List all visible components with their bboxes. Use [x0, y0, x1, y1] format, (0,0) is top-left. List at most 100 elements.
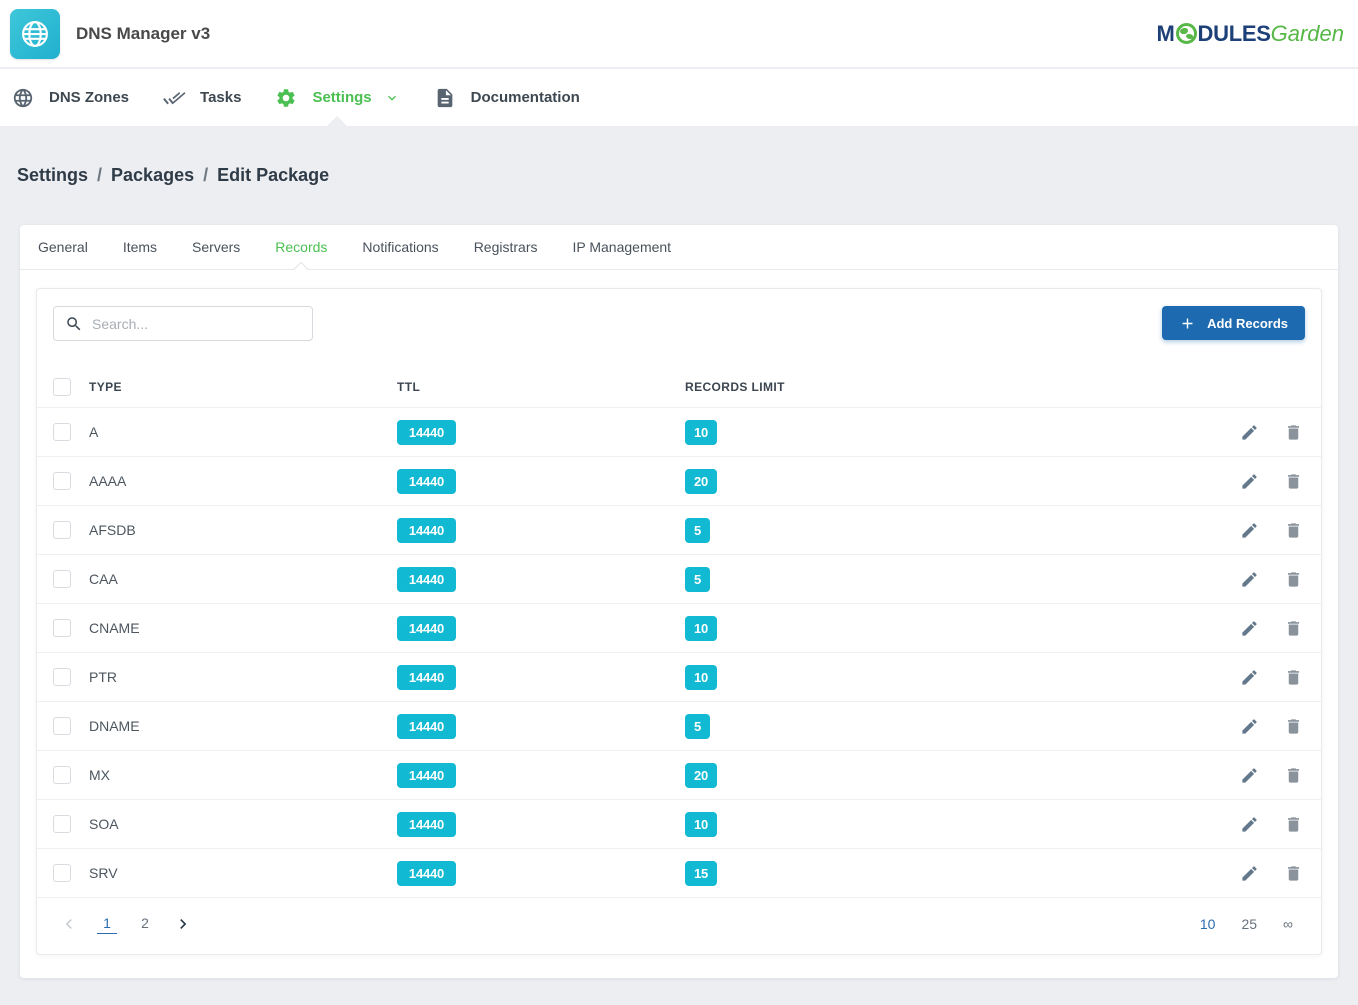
- app-title: DNS Manager v3: [76, 24, 210, 44]
- tab-ip-management[interactable]: IP Management: [570, 226, 673, 268]
- edit-record-button[interactable]: [1240, 423, 1259, 442]
- type-cell: A: [89, 424, 397, 440]
- chevron-right-icon: [173, 914, 193, 934]
- table-row-srv: SRV1444015: [37, 849, 1321, 898]
- page-size-25[interactable]: 25: [1241, 916, 1257, 932]
- delete-icon: [1284, 570, 1303, 589]
- page-size-10[interactable]: 10: [1200, 916, 1216, 932]
- records-limit-badge: 5: [685, 518, 710, 543]
- nav-item-settings[interactable]: Settings: [275, 87, 399, 109]
- delete-record-button[interactable]: [1284, 619, 1303, 638]
- column-header-records-limit: RECORDS LIMIT: [685, 380, 1201, 394]
- table-row-cname: CNAME1444010: [37, 604, 1321, 653]
- table-row-soa: SOA1444010: [37, 800, 1321, 849]
- edit-record-button[interactable]: [1240, 521, 1259, 540]
- delete-record-button[interactable]: [1284, 668, 1303, 687]
- edit-record-button[interactable]: [1240, 717, 1259, 736]
- edit-icon: [1240, 423, 1259, 442]
- chevron-left-icon: [59, 914, 79, 934]
- tab-general[interactable]: General: [36, 226, 90, 268]
- tab-records[interactable]: Records: [273, 226, 329, 268]
- edit-icon: [1240, 766, 1259, 785]
- ttl-badge: 14440: [397, 469, 456, 494]
- type-cell: AFSDB: [89, 522, 397, 538]
- edit-icon: [1240, 717, 1259, 736]
- type-cell: SOA: [89, 816, 397, 832]
- type-cell: AAAA: [89, 473, 397, 489]
- row-checkbox[interactable]: [53, 472, 71, 490]
- nav-item-tasks[interactable]: Tasks: [163, 87, 241, 109]
- delete-icon: [1284, 815, 1303, 834]
- page-number-1[interactable]: 1: [97, 915, 117, 934]
- tab-registrars[interactable]: Registrars: [472, 226, 540, 268]
- breadcrumb: Settings/Packages/Edit Package: [17, 165, 329, 186]
- row-checkbox[interactable]: [53, 717, 71, 735]
- edit-record-button[interactable]: [1240, 668, 1259, 687]
- nav-item-documentation[interactable]: Documentation: [434, 87, 580, 109]
- edit-record-button[interactable]: [1240, 570, 1259, 589]
- row-checkbox[interactable]: [53, 668, 71, 686]
- nav-item-label: Documentation: [471, 89, 580, 106]
- nav-item-dns-zones[interactable]: DNS Zones: [12, 87, 129, 109]
- ttl-badge: 14440: [397, 714, 456, 739]
- delete-record-button[interactable]: [1284, 815, 1303, 834]
- document-icon: [434, 87, 456, 109]
- edit-record-button[interactable]: [1240, 815, 1259, 834]
- select-all-checkbox[interactable]: [53, 378, 71, 396]
- edit-icon: [1240, 864, 1259, 883]
- page-number-2[interactable]: 2: [135, 915, 155, 933]
- row-checkbox[interactable]: [53, 864, 71, 882]
- previous-page-button[interactable]: [59, 914, 79, 934]
- chevron-down-icon: [384, 90, 400, 106]
- ttl-badge: 14440: [397, 420, 456, 445]
- page-navigation: 12: [59, 914, 193, 934]
- delete-record-button[interactable]: [1284, 423, 1303, 442]
- row-checkbox[interactable]: [53, 619, 71, 637]
- edit-record-button[interactable]: [1240, 472, 1259, 491]
- table-row-mx: MX1444020: [37, 751, 1321, 800]
- type-cell: PTR: [89, 669, 397, 685]
- tab-servers[interactable]: Servers: [190, 226, 242, 268]
- row-checkbox[interactable]: [53, 423, 71, 441]
- app-header: DNS Manager v3 M DULES Garden: [0, 0, 1358, 68]
- breadcrumb-item-settings[interactable]: Settings: [17, 165, 88, 185]
- active-tab-caret: [294, 262, 310, 278]
- next-page-button[interactable]: [173, 914, 193, 934]
- delete-record-button[interactable]: [1284, 472, 1303, 491]
- tab-items[interactable]: Items: [121, 226, 159, 268]
- delete-icon: [1284, 717, 1303, 736]
- search-input[interactable]: [92, 316, 312, 332]
- type-cell: CAA: [89, 571, 397, 587]
- ttl-badge: 14440: [397, 616, 456, 641]
- row-checkbox[interactable]: [53, 815, 71, 833]
- breadcrumb-item-packages[interactable]: Packages: [111, 165, 194, 185]
- edit-record-button[interactable]: [1240, 766, 1259, 785]
- row-checkbox[interactable]: [53, 521, 71, 539]
- brand-suffix: Garden: [1271, 21, 1344, 47]
- tab-bar: General Items Servers Records Notifications R…: [20, 225, 1338, 270]
- page-size-infinity[interactable]: ∞: [1283, 916, 1293, 932]
- edit-record-button[interactable]: [1240, 619, 1259, 638]
- delete-record-button[interactable]: [1284, 864, 1303, 883]
- records-limit-badge: 5: [685, 714, 710, 739]
- records-limit-badge: 10: [685, 616, 717, 641]
- delete-record-button[interactable]: [1284, 521, 1303, 540]
- row-checkbox[interactable]: [53, 766, 71, 784]
- ttl-badge: 14440: [397, 567, 456, 592]
- delete-icon: [1284, 619, 1303, 638]
- breadcrumb-item-edit-package[interactable]: Edit Package: [217, 165, 329, 185]
- brand-middle: DULES: [1198, 21, 1271, 47]
- edit-record-button[interactable]: [1240, 864, 1259, 883]
- edit-icon: [1240, 570, 1259, 589]
- add-records-button[interactable]: Add Records: [1162, 306, 1305, 340]
- row-checkbox[interactable]: [53, 570, 71, 588]
- type-cell: DNAME: [89, 718, 397, 734]
- records-limit-badge: 20: [685, 763, 717, 788]
- ttl-badge: 14440: [397, 518, 456, 543]
- delete-record-button[interactable]: [1284, 717, 1303, 736]
- delete-icon: [1284, 864, 1303, 883]
- delete-record-button[interactable]: [1284, 570, 1303, 589]
- delete-record-button[interactable]: [1284, 766, 1303, 785]
- tab-notifications[interactable]: Notifications: [360, 226, 440, 268]
- ttl-badge: 14440: [397, 665, 456, 690]
